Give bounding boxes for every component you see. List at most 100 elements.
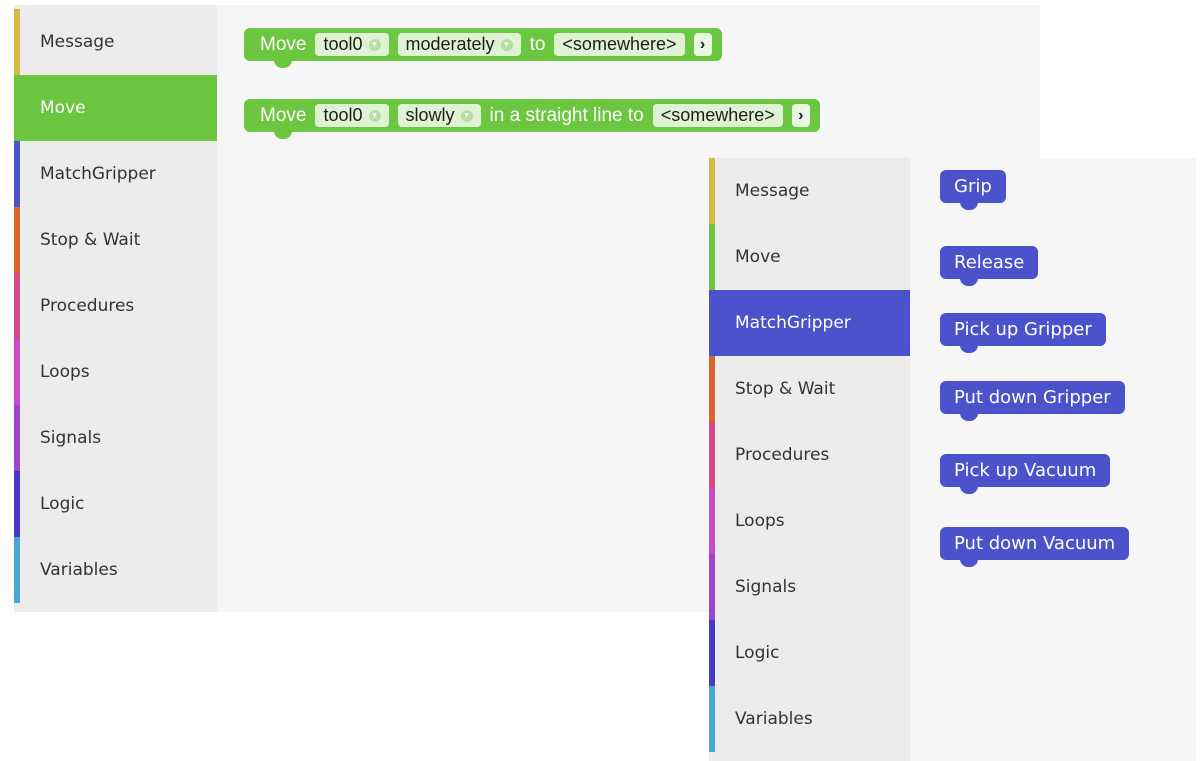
block-label: Pick up Gripper [954,319,1092,340]
category-label: Move [40,98,86,118]
block-label: Put down Gripper [954,387,1111,408]
right-category-logic[interactable]: Logic [709,620,910,686]
right-category-procedures[interactable]: Procedures [709,422,910,488]
block-label: Pick up Vacuum [954,460,1097,481]
target-value: <somewhere> [562,34,677,54]
block-notch [960,278,978,286]
chevron-right-icon[interactable]: › [791,104,810,127]
right-category-stop-wait[interactable]: Stop & Wait [709,356,910,422]
category-label: MatchGripper [735,313,851,333]
left-category-procedures[interactable]: Procedures [14,273,217,339]
block-keyword: Move [260,104,307,126]
left-toolbox: Message Move MatchGripper Stop & Wait Pr… [14,5,217,612]
block-label: Grip [954,176,992,197]
category-color-stripe [709,686,715,752]
right-category-move[interactable]: Move [709,224,910,290]
tool-value: tool0 [323,105,363,125]
right-category-variables[interactable]: Variables [709,686,910,752]
category-label: Move [735,247,781,267]
speed-dropdown[interactable]: slowly ▾ [397,104,481,127]
block-notch [960,202,978,210]
block-notch [960,345,978,353]
category-color-stripe [14,9,20,75]
category-label: Signals [40,428,102,448]
category-color-stripe [14,405,20,471]
category-color-stripe [14,207,20,273]
dropdown-arrow-icon: ▾ [460,109,473,122]
right-category-message[interactable]: Message [709,158,910,224]
left-category-stop-wait[interactable]: Stop & Wait [14,207,217,273]
chevron-right-icon[interactable]: › [693,33,712,56]
pick-up-vacuum-block[interactable]: Pick up Vacuum [940,454,1111,494]
category-label: Loops [40,362,90,382]
put-down-gripper-block[interactable]: Put down Gripper [940,381,1125,421]
category-color-stripe [709,158,715,224]
left-category-variables[interactable]: Variables [14,537,217,603]
block-notch [960,559,978,567]
speed-value: slowly [405,105,455,125]
dropdown-arrow-icon: ▾ [368,109,381,122]
block-notch [960,486,978,494]
category-color-stripe [709,488,715,554]
right-category-signals[interactable]: Signals [709,554,910,620]
right-toolbox: Message Move MatchGripper Stop & Wait Pr… [709,158,910,761]
block-notch [274,131,292,139]
category-label: Procedures [735,445,830,465]
left-category-signals[interactable]: Signals [14,405,217,471]
category-color-stripe [14,75,20,141]
category-label: Stop & Wait [40,230,141,250]
category-color-stripe [14,537,20,603]
category-color-stripe [709,554,715,620]
category-color-stripe [709,356,715,422]
block-keyword: Move [260,33,307,55]
dropdown-arrow-icon: ▾ [500,38,513,51]
category-color-stripe [14,273,20,339]
dropdown-arrow-icon: ▾ [368,38,381,51]
tool-value: tool0 [323,34,363,54]
left-category-message[interactable]: Message [14,9,217,75]
category-label: Logic [735,643,780,663]
move-linear-block[interactable]: Move tool0 ▾ slowly ▾ in a straight line t… [244,99,820,139]
category-color-stripe [14,141,20,207]
right-workspace-panel: Message Move MatchGripper Stop & Wait Pr… [709,158,1196,761]
target-field[interactable]: <somewhere> [554,33,685,56]
category-label: Message [735,181,810,201]
connector-text: to [529,33,546,55]
release-block[interactable]: Release [940,246,1039,286]
block-label: Put down Vacuum [954,533,1116,554]
connector-text: in a straight line to [489,104,644,126]
grip-block[interactable]: Grip [940,170,1006,210]
right-category-loops[interactable]: Loops [709,488,910,554]
category-label: Variables [40,560,118,580]
category-label: Logic [40,494,85,514]
put-down-vacuum-block[interactable]: Put down Vacuum [940,527,1130,567]
right-category-matchgripper[interactable]: MatchGripper [709,290,910,356]
block-label: Release [954,252,1025,273]
move-block[interactable]: Move tool0 ▾ moderately ▾ to <somewhere> › [244,28,722,68]
category-color-stripe [14,471,20,537]
category-color-stripe [709,620,715,686]
category-label: Message [40,32,115,52]
left-category-loops[interactable]: Loops [14,339,217,405]
category-color-stripe [709,422,715,488]
category-color-stripe [709,290,715,356]
category-label: MatchGripper [40,164,156,184]
category-label: Stop & Wait [735,379,836,399]
tool-dropdown[interactable]: tool0 ▾ [315,33,389,56]
target-value: <somewhere> [660,105,775,125]
category-label: Variables [735,709,813,729]
block-notch [960,413,978,421]
category-label: Loops [735,511,785,531]
pick-up-gripper-block[interactable]: Pick up Gripper [940,313,1106,353]
category-label: Procedures [40,296,135,316]
left-category-matchgripper[interactable]: MatchGripper [14,141,217,207]
tool-dropdown[interactable]: tool0 ▾ [315,104,389,127]
left-category-logic[interactable]: Logic [14,471,217,537]
speed-dropdown[interactable]: moderately ▾ [397,33,521,56]
category-color-stripe [709,224,715,290]
category-label: Signals [735,577,797,597]
speed-value: moderately [405,34,495,54]
left-category-move[interactable]: Move [14,75,217,141]
target-field[interactable]: <somewhere> [652,104,783,127]
block-notch [274,60,292,68]
